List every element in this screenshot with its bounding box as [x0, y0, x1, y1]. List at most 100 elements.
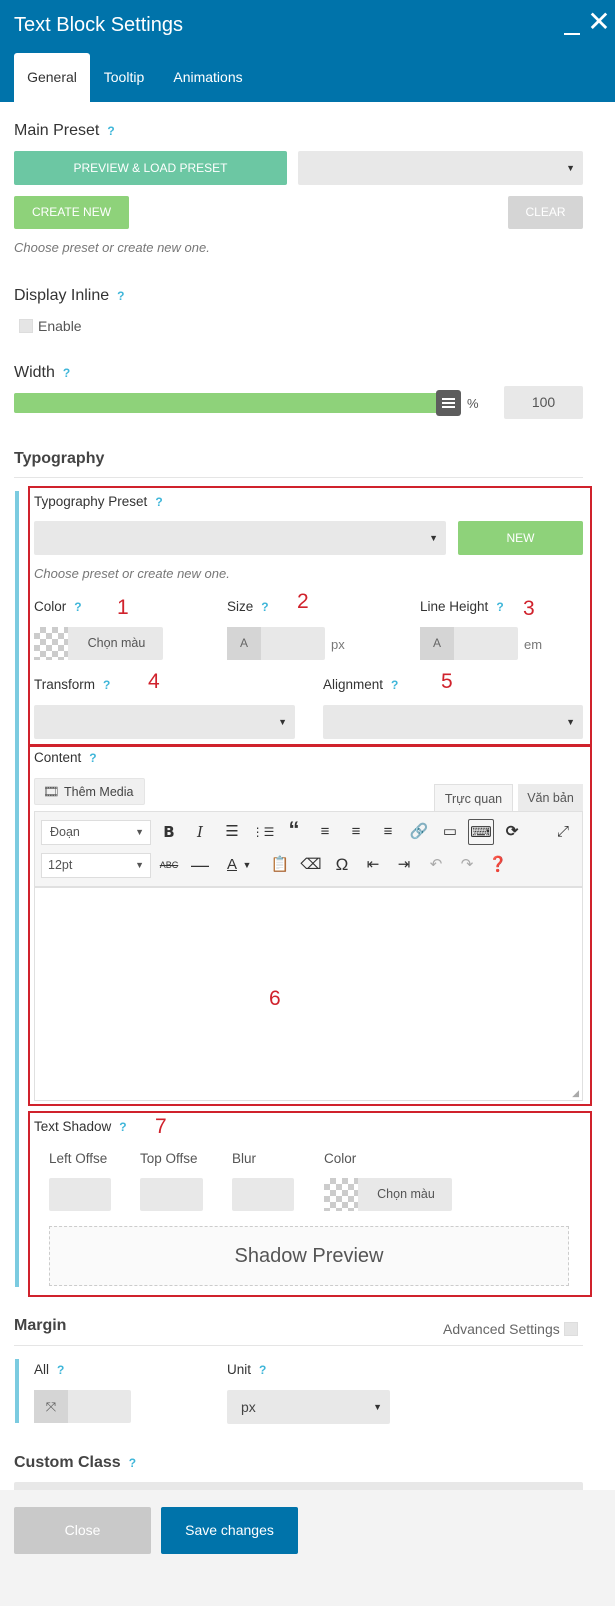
shadow-preview: Shadow Preview — [49, 1226, 569, 1286]
refresh-icon[interactable]: ⟳ — [499, 819, 525, 845]
margin-unit-select[interactable]: px ▼ — [227, 1390, 390, 1424]
special-character-icon[interactable]: Ω — [329, 852, 355, 878]
transform-select[interactable]: ▼ — [34, 705, 295, 739]
read-more-icon[interactable]: ▭ — [437, 819, 463, 845]
help-icon[interactable]: ? — [57, 1363, 64, 1377]
typography-preset-label: Typography Preset? — [34, 494, 163, 509]
typography-heading: Typography — [14, 450, 105, 467]
link-icon[interactable]: 🔗 — [406, 819, 432, 845]
toolbar-toggle-icon[interactable]: ⌨ — [468, 819, 494, 845]
help-icon[interactable]: ? — [63, 366, 70, 380]
width-unit: % — [467, 396, 479, 411]
strikethrough-icon[interactable]: ABC — [156, 852, 182, 878]
tab-animations[interactable]: Animations — [162, 53, 254, 102]
close-button[interactable]: Close — [14, 1507, 151, 1554]
align-center-icon[interactable]: ≡ — [343, 819, 369, 845]
advanced-settings-checkbox[interactable] — [564, 1322, 578, 1336]
font-size-select[interactable]: 12pt ▼ — [41, 853, 151, 878]
close-button[interactable]: ✕ — [586, 8, 612, 36]
tab-general[interactable]: General — [14, 53, 90, 102]
editor-content-area[interactable]: ◢ — [34, 887, 583, 1101]
width-input[interactable]: 100 — [504, 386, 583, 419]
chevron-down-icon[interactable]: ▼ — [240, 852, 254, 878]
enable-checkbox-label: Enable — [38, 318, 82, 334]
redo-icon[interactable]: ↷ — [454, 852, 480, 878]
width-slider-handle[interactable] — [436, 390, 461, 416]
dropdown-arrow-icon: ▼ — [429, 533, 438, 543]
align-left-icon[interactable]: ≡ — [312, 819, 338, 845]
top-offset-input[interactable] — [140, 1178, 203, 1211]
display-inline-label: Display Inline? — [14, 287, 125, 304]
minimize-button[interactable] — [560, 10, 584, 38]
align-right-icon[interactable]: ≡ — [375, 819, 401, 845]
numbered-list-icon[interactable]: ⋮☰ — [250, 819, 276, 845]
dropdown-arrow-icon: ▼ — [278, 717, 287, 727]
undo-icon[interactable]: ↶ — [423, 852, 449, 878]
help-icon[interactable]: ? — [129, 1456, 136, 1470]
tab-visual[interactable]: Trực quan — [434, 784, 513, 812]
format-select[interactable]: Đoạn ▼ — [41, 820, 151, 845]
indent-icon[interactable]: ⇥ — [391, 852, 417, 878]
resize-handle-icon[interactable]: ◢ — [572, 1088, 579, 1099]
help-icon[interactable]: ? — [89, 751, 96, 765]
preview-load-preset-button[interactable]: PREVIEW & LOAD PRESET — [14, 151, 287, 185]
outdent-icon[interactable]: ⇤ — [360, 852, 386, 878]
italic-icon[interactable]: I — [187, 819, 213, 845]
color-picker-button[interactable]: Chọn màu — [34, 627, 163, 660]
typography-preset-hint: Choose preset or create new one. — [34, 566, 230, 581]
help-circle-icon[interactable]: ❓ — [485, 852, 511, 878]
blur-label: Blur — [232, 1151, 257, 1166]
width-label: Width? — [14, 364, 71, 381]
new-preset-button[interactable]: NEW — [458, 521, 583, 555]
help-icon[interactable]: ? — [117, 289, 124, 303]
add-media-button[interactable]: 🎞 Thêm Media — [34, 778, 145, 805]
minimize-icon — [564, 33, 580, 35]
clear-button[interactable]: CLEAR — [508, 196, 583, 229]
create-new-button[interactable]: CREATE NEW — [14, 196, 129, 229]
left-offset-input[interactable] — [49, 1178, 111, 1211]
media-icon: 🎞 — [43, 784, 60, 799]
transform-label: Transform? — [34, 677, 111, 692]
blockquote-icon[interactable]: “ — [281, 817, 307, 843]
help-icon[interactable]: ? — [155, 495, 162, 509]
dropdown-arrow-icon: ▼ — [373, 1402, 382, 1412]
margin-all-input[interactable]: ⤧ — [34, 1390, 131, 1423]
shadow-color-label: Color — [324, 1151, 357, 1166]
save-changes-button[interactable]: Save changes — [161, 1507, 298, 1554]
help-icon[interactable]: ? — [107, 124, 114, 138]
line-height-unit: em — [524, 637, 543, 652]
enable-checkbox[interactable] — [19, 319, 33, 333]
shadow-color-picker-button[interactable]: Chọn màu — [324, 1178, 452, 1211]
line-height-input[interactable]: A — [420, 627, 518, 660]
help-icon[interactable]: ? — [261, 600, 268, 614]
alignment-select[interactable]: ▼ — [323, 705, 583, 739]
margin-unit-label: Unit? — [227, 1362, 267, 1377]
help-icon[interactable]: ? — [74, 600, 81, 614]
help-icon[interactable]: ? — [119, 1120, 126, 1134]
tab-tooltip[interactable]: Tooltip — [94, 53, 154, 102]
line-height-label: Line Height? — [420, 599, 504, 614]
horizontal-rule-icon[interactable]: — — [187, 852, 213, 878]
blur-input[interactable] — [232, 1178, 294, 1211]
bullet-list-icon[interactable]: ☰ — [219, 819, 245, 845]
annotation-number: 2 — [297, 590, 309, 613]
tab-text[interactable]: Văn bản — [518, 784, 583, 812]
transparent-swatch — [324, 1178, 358, 1211]
annotation-number: 3 — [523, 597, 535, 620]
width-slider-track[interactable] — [14, 393, 461, 413]
dropdown-arrow-icon: ▼ — [566, 717, 575, 727]
typography-preset-select[interactable]: ▼ — [34, 521, 446, 555]
clear-formatting-icon[interactable]: ⌫ — [298, 852, 324, 878]
size-input[interactable]: A — [227, 627, 325, 660]
fullscreen-icon[interactable]: ⤢ — [550, 819, 576, 845]
size-unit: px — [331, 637, 345, 652]
help-icon[interactable]: ? — [103, 678, 110, 692]
paste-text-icon[interactable]: 📋 — [267, 852, 293, 878]
help-icon[interactable]: ? — [259, 1363, 266, 1377]
color-label: Color? — [34, 599, 82, 614]
help-icon[interactable]: ? — [496, 600, 503, 614]
help-icon[interactable]: ? — [391, 678, 398, 692]
main-preset-select[interactable]: ▼ — [298, 151, 583, 185]
bold-icon[interactable]: B — [156, 819, 182, 845]
expand-arrows-icon: ⤧ — [34, 1390, 68, 1423]
